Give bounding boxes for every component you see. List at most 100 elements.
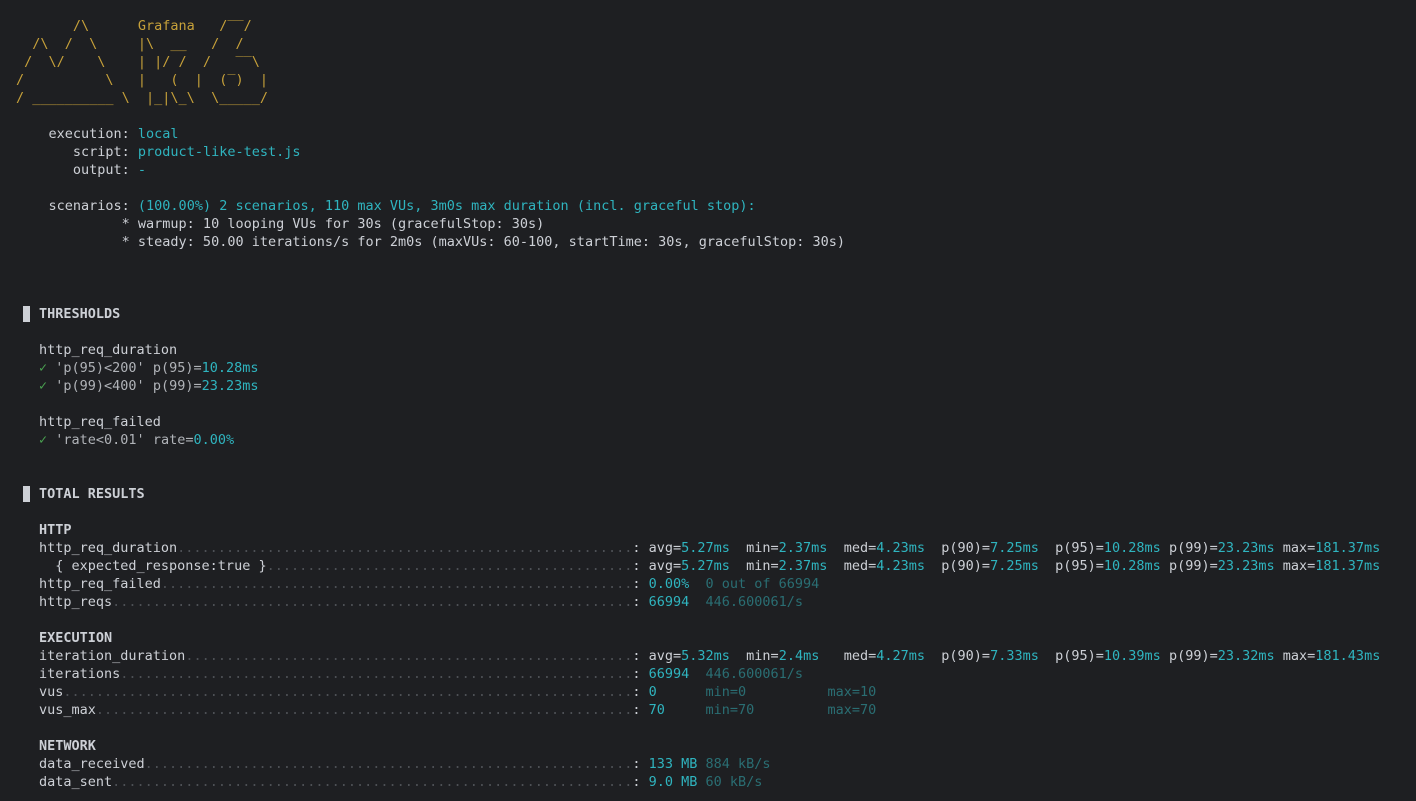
stat-value: 23.23ms [1217,558,1275,574]
dot-leader: ........................................… [112,594,633,610]
stat-label: p(90)= [941,648,991,664]
metric-row: vus_max.................................… [39,702,877,718]
logo-line-1: /\ Grafana /‾‾/ [16,18,268,34]
stat-label: min= [746,558,779,574]
stat-label: p(95)= [1055,540,1104,556]
dot-leader: ........................................… [120,666,633,682]
execution-group-title: EXECUTION [39,630,113,646]
stat-value: 2.37ms [778,540,836,556]
stat-value: 10.28ms [1103,558,1161,574]
metric-rate: 446.600061/s [705,666,804,682]
scenario-warmup: * warmup: 10 looping VUs for 30s (gracef… [16,216,545,232]
metric-name: vus [39,684,64,700]
metric-name: data_sent [39,774,113,790]
metric-row: http_req_failed.........................… [39,576,820,592]
stat-label: p(90)= [941,540,991,556]
scenario-steady: * steady: 50.00 iterations/s for 2m0s (m… [16,234,846,250]
stat-label: p(99)= [1168,540,1218,556]
dot-leader: ........................................… [160,576,633,592]
stat-label: med= [843,540,877,556]
dot-leader: ........................................… [112,774,633,790]
metric-value: 0.00% [648,576,698,592]
metric-max: max=10 [827,684,877,700]
threshold-metric: http_req_failed [39,414,161,430]
stat-value: 2.4ms [778,648,836,664]
metric-rate: 0 out of 66994 [705,576,820,592]
metric-row: data_received...........................… [39,756,771,772]
metric-name: vus_max [39,702,96,718]
metric-name: iterations [39,666,121,682]
stat-value: 181.37ms [1315,558,1381,574]
threshold-check: ✓ 'rate<0.01' rate=0.00% [39,432,235,448]
stat-label: max= [1282,648,1316,664]
execution-value: local [137,126,179,142]
metric-rate: 60 kB/s [705,774,763,790]
stat-value: 7.33ms [990,648,1047,664]
stat-value: 10.28ms [1103,540,1161,556]
stat-value: 5.27ms [681,540,739,556]
stat-label: max= [1282,540,1316,556]
stat-label: min= [746,540,779,556]
stat-value: 10.39ms [1103,648,1161,664]
stat-value: 181.43ms [1315,648,1381,664]
metric-rate: 884 kB/s [705,756,771,772]
dot-leader: ........................................… [95,702,633,718]
stat-label: avg= [648,558,682,574]
stat-label: min= [746,648,779,664]
metric-value: 66994 [648,594,698,610]
metric-rate: 446.600061/s [705,594,804,610]
metric-min: min=70 [705,702,820,718]
terminal-window[interactable]: /\ Grafana /‾‾/ /\ / \ |\ __ / / / \/ \ … [0,0,1416,801]
stat-value: 2.37ms [778,558,836,574]
metric-name: http_reqs [39,594,113,610]
metric-max: max=70 [827,702,877,718]
metric-row: { expected_response:true }..............… [39,558,1381,574]
threshold-check: ✓ 'p(95)<200' p(95)=10.28ms [39,360,259,376]
stat-value: 5.32ms [681,648,739,664]
dot-leader: ........................................… [63,684,633,700]
stat-label: avg= [648,540,682,556]
metric-row: data_sent...............................… [39,774,763,790]
check-icon: ✓ [39,360,48,376]
stat-value: 5.27ms [681,558,739,574]
metric-name: data_received [39,756,145,772]
stat-label: p(90)= [941,558,991,574]
dot-leader: ........................................… [177,540,633,556]
logo-line-5: / __________ \ |_|\_\ \_____/ [16,90,277,106]
metric-value: 133 MB [648,756,698,772]
script-line: script: product-like-test.js [16,144,301,160]
http-group-title: HTTP [39,522,72,538]
check-icon: ✓ [39,378,48,394]
metric-value: 70 [648,702,698,718]
check-icon: ✓ [39,432,48,448]
logo-line-2: /\ / \ |\ __ / / [16,36,268,52]
metric-name: { expected_response:true } [39,558,267,574]
metric-row: http_reqs...............................… [39,594,804,610]
stat-value: 23.32ms [1217,648,1275,664]
metric-value: 66994 [648,666,698,682]
stat-value: 7.25ms [990,540,1047,556]
stat-value: 7.25ms [990,558,1047,574]
script-value: product-like-test.js [137,144,301,160]
thresholds-title: THRESHOLDS [39,306,121,322]
total-results-title: TOTAL RESULTS [39,486,145,502]
execution-line: execution: local [16,126,179,142]
threshold-check: ✓ 'p(99)<400' p(99)=23.23ms [39,378,259,394]
logo-line-4: / \ | ( | (‾) | [16,72,268,88]
stat-value: 4.27ms [876,648,934,664]
metric-name: iteration_duration [39,648,186,664]
stat-label: p(99)= [1168,558,1218,574]
metric-row: iterations..............................… [39,666,804,682]
stat-label: max= [1282,558,1316,574]
scenarios-line: scenarios: (100.00%) 2 scenarios, 110 ma… [16,198,756,214]
dot-leader: ........................................… [266,558,633,574]
network-group-title: NETWORK [39,738,96,754]
output-line: output: - [16,162,147,178]
metric-value: 0 [648,684,698,700]
stat-label: p(95)= [1055,648,1104,664]
threshold-metric: http_req_duration [39,342,178,358]
metric-row: http_req_duration.......................… [39,540,1381,556]
dot-leader: ........................................… [144,756,633,772]
stat-label: med= [843,648,877,664]
stat-label: avg= [648,648,682,664]
